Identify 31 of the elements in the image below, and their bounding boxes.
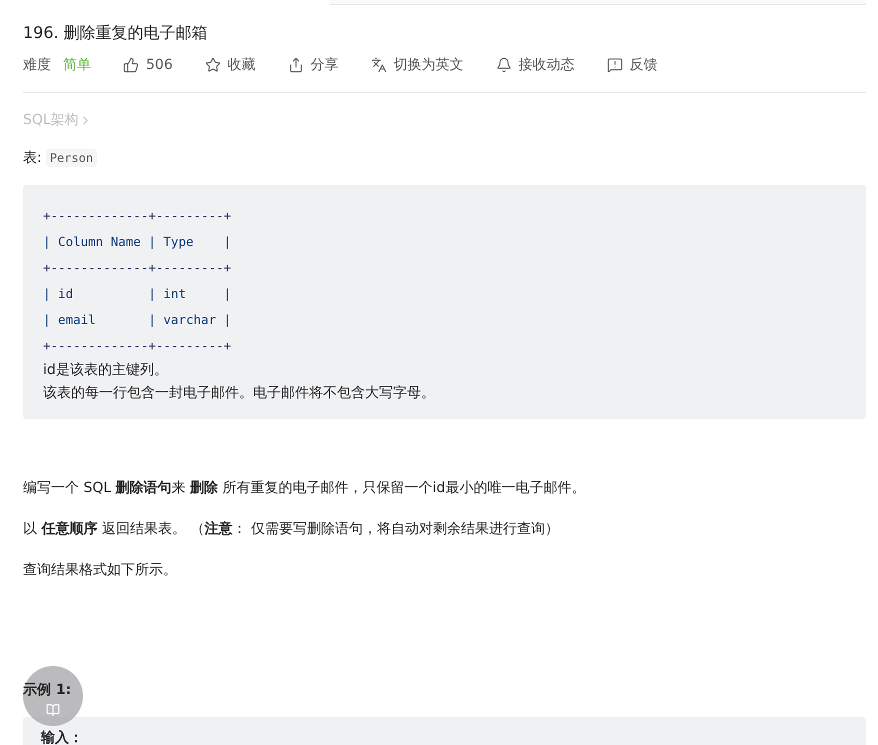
feedback-button[interactable]: 反馈 [606, 56, 658, 74]
example-line: 输入： [41, 730, 83, 745]
feedback-icon [606, 57, 623, 73]
code-note: 该表的每一行包含一封电子邮件。电子邮件将不包含大写字母。 [43, 384, 436, 403]
star-icon [204, 57, 221, 73]
like-button[interactable]: 506 [123, 57, 173, 73]
table-name: Person [46, 149, 98, 167]
problem-title: 196. 删除重复的电子邮箱 [23, 23, 209, 44]
thumbs-up-icon [123, 57, 139, 73]
book-icon [46, 703, 60, 717]
code-line: +-------------+---------+ [43, 207, 232, 225]
bell-icon [496, 57, 512, 73]
description-paragraph: 以 任意顺序 返回结果表。 （注意： 仅需要写删除语句，将自动对剩余结果进行查询） [23, 520, 560, 539]
difficulty-value: 简单 [63, 56, 91, 74]
code-line: | Column Name | Type | [43, 233, 232, 251]
star-button[interactable]: 收藏 [204, 56, 256, 74]
description-paragraph: 查询结果格式如下所示。 [23, 561, 178, 580]
code-line: | email | varchar | [43, 311, 232, 329]
description-paragraph: 编写一个 SQL 删除语句来 删除 所有重复的电子邮件，只保留一个id最小的唯一电子邮件。 [23, 479, 586, 498]
code-note: id是该表的主键列。 [43, 361, 169, 380]
code-line: +-------------+---------+ [43, 337, 232, 355]
example-heading: 示例 1: [23, 681, 72, 699]
translate-icon [370, 57, 387, 73]
table-label: 表: [23, 149, 42, 167]
bell-button[interactable]: 接收动态 [496, 56, 575, 74]
translate-button[interactable]: 切换为英文 [370, 56, 464, 74]
code-line: | id | int | [43, 285, 232, 303]
share-button[interactable]: 分享 [288, 56, 339, 74]
difficulty-label: 难度 [23, 56, 51, 74]
code-line: +-------------+---------+ [43, 259, 232, 277]
share-icon [288, 57, 304, 73]
